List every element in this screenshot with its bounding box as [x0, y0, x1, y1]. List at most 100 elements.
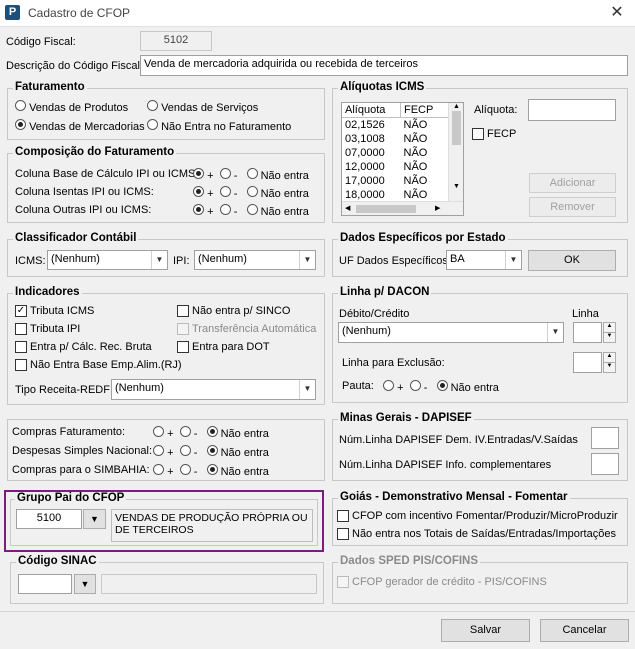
- cancelar-button[interactable]: Cancelar: [540, 619, 629, 642]
- classificador-title: Classificador Contábil: [13, 232, 139, 244]
- radio-plus[interactable]: [383, 380, 394, 391]
- radio-vendas-servicos-dot[interactable]: [147, 100, 158, 111]
- compras-row-options[interactable]: + - Não entra: [153, 445, 269, 459]
- scroll-thumb[interactable]: [452, 111, 461, 145]
- radio-nao-entra[interactable]: [206, 464, 218, 475]
- chevron-down-icon[interactable]: ▼: [299, 251, 315, 269]
- cell-fecp: NÃO: [403, 133, 428, 145]
- radio-vendas-servicos[interactable]: Vendas de Serviços: [147, 100, 258, 114]
- minas-dem-input[interactable]: [591, 427, 619, 449]
- cfop-incentivo-checkbox[interactable]: [337, 510, 349, 522]
- vertical-scrollbar[interactable]: ▲ ▼: [448, 103, 463, 201]
- table-row[interactable]: 18,0000 NÃO: [342, 188, 453, 202]
- radio-nao-entra[interactable]: [246, 186, 258, 197]
- scroll-right-icon[interactable]: ▶: [435, 204, 440, 212]
- minas-info-label: Núm.Linha DAPISEF Info. complementares: [339, 459, 552, 471]
- fecp-checkbox[interactable]: [472, 128, 484, 140]
- radio-minus[interactable]: [179, 445, 191, 456]
- adicionar-button[interactable]: Adicionar: [529, 173, 616, 193]
- radio-minus[interactable]: [409, 380, 421, 391]
- tipo-receita-combo[interactable]: (Nenhum): [111, 379, 316, 400]
- opt-none-label: Não entra: [220, 447, 269, 459]
- opt-none-label: Não entra: [220, 466, 269, 478]
- table-row[interactable]: 03,1008 NÃO: [342, 132, 453, 146]
- salvar-button[interactable]: Salvar: [441, 619, 530, 642]
- tributa-ipi-checkbox[interactable]: [15, 323, 27, 335]
- opt-plus-label: +: [167, 428, 174, 440]
- nao-entra-sinco-checkbox[interactable]: [177, 305, 189, 317]
- radio-nao-entra-faturamento-dot[interactable]: [147, 119, 158, 130]
- nao-entra-totais-checkbox[interactable]: [337, 528, 349, 540]
- sinac-code-input[interactable]: [18, 574, 72, 594]
- debito-combo[interactable]: (Nenhum): [338, 322, 564, 343]
- chevron-down-icon[interactable]: ▼: [74, 574, 96, 594]
- pauta-options[interactable]: + - Não entra: [383, 380, 499, 394]
- radio-plus[interactable]: [193, 186, 204, 197]
- remover-button[interactable]: Remover: [529, 197, 616, 217]
- radio-plus[interactable]: [193, 204, 204, 215]
- radio-plus[interactable]: [193, 168, 204, 179]
- compras-row-options[interactable]: + - Não entra: [153, 426, 269, 440]
- radio-plus[interactable]: [153, 445, 164, 456]
- radio-vendas-mercadorias-dot[interactable]: [15, 119, 26, 130]
- spin-down-icon[interactable]: ▼: [603, 332, 616, 343]
- composicao-row-options[interactable]: + - Não entra: [193, 186, 309, 200]
- radio-minus[interactable]: [179, 464, 191, 475]
- tipo-receita-value: (Nenhum): [115, 382, 164, 394]
- scroll-left-icon[interactable]: ◀: [345, 204, 350, 212]
- radio-vendas-produtos-dot[interactable]: [15, 100, 26, 111]
- chevron-down-icon[interactable]: ▼: [547, 323, 563, 342]
- table-row[interactable]: 12,0000 NÃO: [342, 160, 453, 174]
- radio-vendas-produtos[interactable]: Vendas de Produtos: [15, 100, 128, 114]
- table-row[interactable]: 07,0000 NÃO: [342, 146, 453, 160]
- radio-nao-entra[interactable]: [246, 168, 258, 179]
- aliquota-input[interactable]: [528, 99, 616, 121]
- close-icon[interactable]: ✕: [603, 2, 631, 24]
- cfop-gerador-label: CFOP gerador de crédito - PIS/COFINS: [352, 576, 547, 588]
- nao-entra-base-checkbox[interactable]: [15, 359, 27, 371]
- radio-minus[interactable]: [219, 204, 231, 215]
- radio-nao-entra-faturamento[interactable]: Não Entra no Faturamento: [147, 119, 291, 133]
- scroll-thumb[interactable]: [356, 205, 416, 213]
- radio-nao-entra[interactable]: [206, 445, 218, 456]
- radio-nao-entra[interactable]: [206, 426, 218, 437]
- tributa-icms-checkbox[interactable]: ✓: [15, 305, 27, 317]
- radio-minus[interactable]: [219, 186, 231, 197]
- entra-dot-checkbox[interactable]: [177, 341, 189, 353]
- table-row[interactable]: 02,1526 NÃO: [342, 118, 453, 133]
- chevron-down-icon[interactable]: ▼: [83, 509, 106, 529]
- debito-value: (Nenhum): [342, 325, 391, 337]
- icms-combo[interactable]: (Nenhum): [47, 250, 168, 270]
- descricao-input[interactable]: Venda de mercadoria adquirida ou recebid…: [140, 55, 628, 76]
- minas-info-input[interactable]: [591, 453, 619, 475]
- exclusao-input[interactable]: [573, 352, 602, 373]
- radio-minus[interactable]: [219, 168, 231, 179]
- radio-nao-entra[interactable]: [246, 204, 258, 215]
- entra-calc-checkbox[interactable]: [15, 341, 27, 353]
- horizontal-scrollbar[interactable]: ◀ ▶: [342, 201, 463, 215]
- radio-minus[interactable]: [179, 426, 191, 437]
- linha-input[interactable]: [573, 322, 602, 343]
- ok-button[interactable]: OK: [528, 250, 616, 271]
- col-fecp: FECP: [400, 103, 453, 118]
- table-row[interactable]: 17,0000 NÃO: [342, 174, 453, 188]
- radio-vendas-mercadorias[interactable]: Vendas de Mercadorias: [15, 119, 145, 133]
- spin-down-icon[interactable]: ▼: [603, 362, 616, 373]
- opt-plus-label: +: [207, 170, 214, 182]
- composicao-row-options[interactable]: + - Não entra: [193, 168, 309, 182]
- radio-plus[interactable]: [153, 426, 164, 437]
- aliquotas-grid[interactable]: Alíquota FECP 02,1526 NÃO 03,1008 NÃO 07,0…: [341, 102, 464, 216]
- scroll-up-icon[interactable]: ▲: [449, 103, 463, 110]
- composicao-row-options[interactable]: + - Não entra: [193, 204, 309, 218]
- radio-plus[interactable]: [153, 464, 164, 475]
- chevron-down-icon[interactable]: ▼: [151, 251, 167, 269]
- grupo-pai-code-input[interactable]: 5100: [16, 509, 82, 529]
- ipi-combo[interactable]: (Nenhum): [194, 250, 316, 270]
- chevron-down-icon[interactable]: ▼: [505, 251, 521, 269]
- opt-none-label: Não entra: [260, 170, 309, 182]
- chevron-down-icon[interactable]: ▼: [299, 380, 315, 399]
- compras-row-options[interactable]: + - Não entra: [153, 464, 269, 478]
- radio-nao-entra[interactable]: [436, 380, 448, 391]
- opt-minus-label: -: [193, 466, 198, 478]
- scroll-down-icon[interactable]: ▼: [449, 183, 463, 190]
